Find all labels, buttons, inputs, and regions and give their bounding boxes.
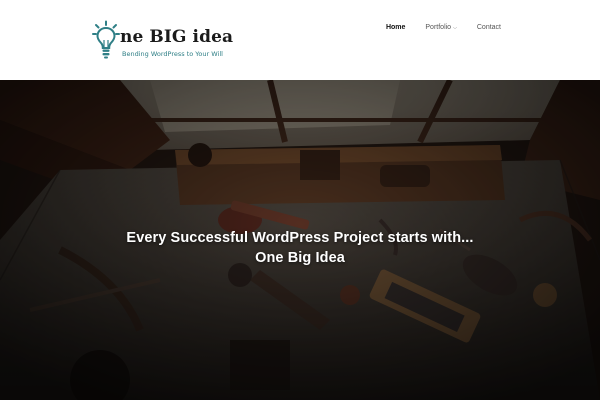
page: ne BIG idea Bending WordPress to Your Wi… [0,0,600,400]
hero-banner: Every Successful WordPress Project start… [0,80,600,400]
hero-headline: Every Successful WordPress Project start… [0,228,600,268]
site-logo[interactable]: ne BIG idea Bending WordPress to Your Wi… [92,20,234,64]
nav-item-portfolio[interactable]: Portfolio ⌵ [425,23,456,33]
hero-headline-line-1: Every Successful WordPress Project start… [126,230,474,246]
site-header: ne BIG idea Bending WordPress to Your Wi… [0,0,600,80]
site-tagline: Bending WordPress to Your Will [122,50,223,58]
site-title: ne BIG idea [120,27,234,47]
hero-headline-line-2: One Big Idea [255,250,345,266]
nav-item-home[interactable]: Home [386,23,405,33]
lightbulb-icon [92,20,120,59]
chevron-down-icon: ⌵ [453,25,457,31]
nav-item-label: Portfolio [425,24,452,31]
main-navigation: Home Portfolio ⌵ Contact [366,22,501,34]
nav-item-label: Contact [476,24,501,31]
nav-item-contact[interactable]: Contact [477,23,501,33]
nav-item-label: Home [385,24,406,31]
